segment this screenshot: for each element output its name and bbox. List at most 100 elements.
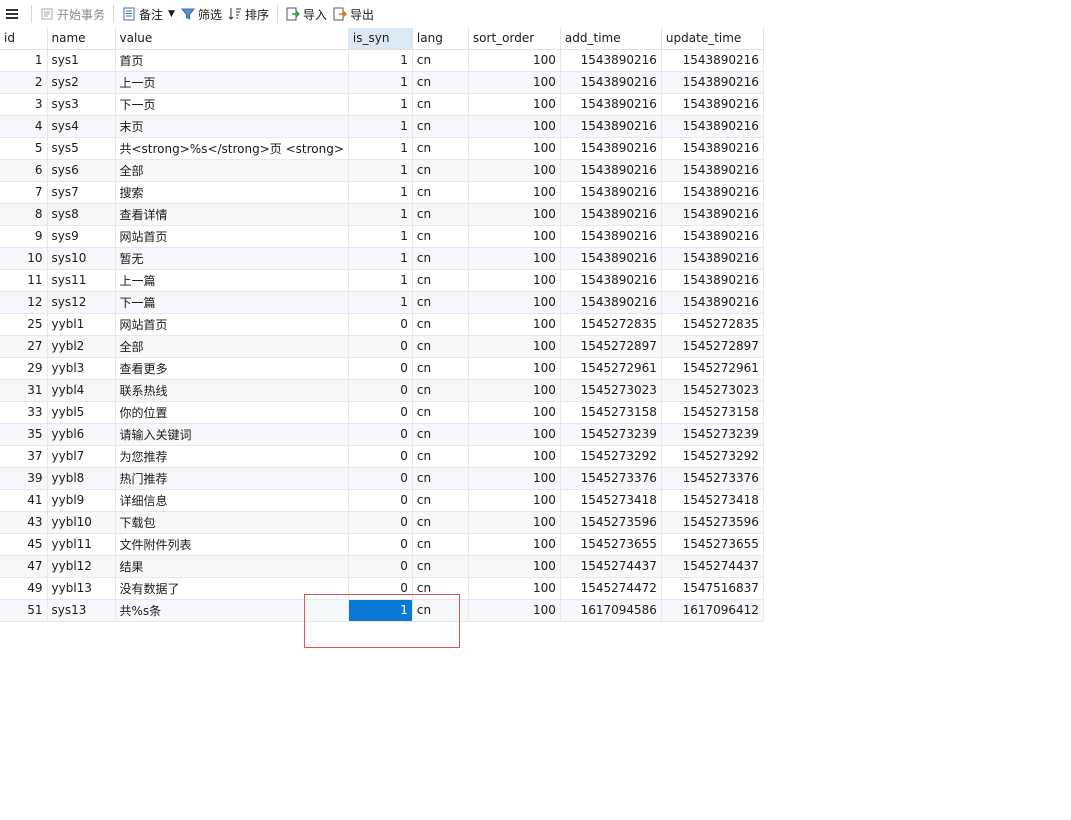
cell-is-syn[interactable]: 1 <box>348 49 413 72</box>
cell-id[interactable]: 7 <box>0 181 48 204</box>
cell-add-time[interactable]: 1543890216 <box>560 225 662 248</box>
menu-icon[interactable] <box>4 6 20 22</box>
cell-name[interactable]: sys11 <box>47 269 116 292</box>
cell-value[interactable]: 上一页 <box>115 71 349 94</box>
cell-value[interactable]: 全部 <box>115 335 349 358</box>
cell-value[interactable]: 联系热线 <box>115 379 349 402</box>
cell-lang[interactable]: cn <box>412 467 469 490</box>
cell-name[interactable]: yybl10 <box>47 511 116 534</box>
cell-add-time[interactable]: 1543890216 <box>560 137 662 160</box>
cell-name[interactable]: sys8 <box>47 203 116 226</box>
cell-sort-order[interactable]: 100 <box>468 379 561 402</box>
table-row[interactable]: 37 yybl7 为您推荐 0 cn 100 1545273292 1545273292 <box>0 445 764 468</box>
cell-sort-order[interactable]: 100 <box>468 291 561 314</box>
cell-sort-order[interactable]: 100 <box>468 489 561 512</box>
cell-add-time[interactable]: 1545273239 <box>560 423 662 446</box>
cell-id[interactable]: 12 <box>0 291 48 314</box>
cell-is-syn[interactable]: 0 <box>348 379 413 402</box>
cell-id[interactable]: 41 <box>0 489 48 512</box>
cell-update-time[interactable]: 1545273292 <box>661 445 764 468</box>
cell-name[interactable]: yybl12 <box>47 555 116 578</box>
cell-is-syn[interactable]: 1 <box>348 291 413 314</box>
cell-value[interactable]: 共%s条 <box>115 599 349 622</box>
cell-is-syn[interactable]: 0 <box>348 357 413 380</box>
cell-value[interactable]: 文件附件列表 <box>115 533 349 556</box>
table-row[interactable]: 33 yybl5 你的位置 0 cn 100 1545273158 1545273158 <box>0 401 764 424</box>
cell-add-time[interactable]: 1543890216 <box>560 159 662 182</box>
cell-id[interactable]: 35 <box>0 423 48 446</box>
cell-name[interactable]: yybl6 <box>47 423 116 446</box>
cell-is-syn[interactable]: 1 <box>348 93 413 116</box>
cell-is-syn[interactable]: 1 <box>348 269 413 292</box>
cell-id[interactable]: 27 <box>0 335 48 358</box>
table-row[interactable]: 49 yybl13 没有数据了 0 cn 100 1545274472 1547516837 <box>0 577 764 600</box>
cell-lang[interactable]: cn <box>412 71 469 94</box>
cell-add-time[interactable]: 1545273376 <box>560 467 662 490</box>
cell-lang[interactable]: cn <box>412 379 469 402</box>
cell-lang[interactable]: cn <box>412 93 469 116</box>
cell-sort-order[interactable]: 100 <box>468 555 561 578</box>
cell-lang[interactable]: cn <box>412 577 469 600</box>
cell-sort-order[interactable]: 100 <box>468 203 561 226</box>
cell-is-syn[interactable]: 1 <box>348 225 413 248</box>
cell-add-time[interactable]: 1543890216 <box>560 203 662 226</box>
cell-lang[interactable]: cn <box>412 511 469 534</box>
cell-id[interactable]: 33 <box>0 401 48 424</box>
cell-sort-order[interactable]: 100 <box>468 401 561 424</box>
cell-name[interactable]: yybl8 <box>47 467 116 490</box>
cell-lang[interactable]: cn <box>412 137 469 160</box>
cell-sort-order[interactable]: 100 <box>468 181 561 204</box>
cell-add-time[interactable]: 1543890216 <box>560 247 662 270</box>
cell-id[interactable]: 9 <box>0 225 48 248</box>
table-row[interactable]: 2 sys2 上一页 1 cn 100 1543890216 1543890216 <box>0 71 764 94</box>
table-row[interactable]: 6 sys6 全部 1 cn 100 1543890216 1543890216 <box>0 159 764 182</box>
cell-value[interactable]: 末页 <box>115 115 349 138</box>
cell-id[interactable]: 45 <box>0 533 48 556</box>
cell-value[interactable]: 网站首页 <box>115 313 349 336</box>
cell-id[interactable]: 47 <box>0 555 48 578</box>
table-row[interactable]: 10 sys10 暂无 1 cn 100 1543890216 1543890216 <box>0 247 764 270</box>
cell-is-syn[interactable]: 1 <box>348 115 413 138</box>
cell-is-syn[interactable]: 0 <box>348 335 413 358</box>
cell-is-syn[interactable]: 0 <box>348 555 413 578</box>
export-button[interactable]: 导出 <box>330 3 377 25</box>
cell-add-time[interactable]: 1543890216 <box>560 49 662 72</box>
column-header-add-time[interactable]: add_time <box>560 28 662 50</box>
cell-add-time[interactable]: 1543890216 <box>560 115 662 138</box>
cell-name[interactable]: yybl7 <box>47 445 116 468</box>
table-row[interactable]: 11 sys11 上一篇 1 cn 100 1543890216 1543890216 <box>0 269 764 292</box>
cell-lang[interactable]: cn <box>412 445 469 468</box>
cell-lang[interactable]: cn <box>412 49 469 72</box>
cell-value[interactable]: 上一篇 <box>115 269 349 292</box>
cell-value[interactable]: 热门推荐 <box>115 467 349 490</box>
cell-update-time[interactable]: 1543890216 <box>661 225 764 248</box>
cell-lang[interactable]: cn <box>412 357 469 380</box>
cell-name[interactable]: sys7 <box>47 181 116 204</box>
cell-value[interactable]: 共<strong>%s</strong>页 <strong> <box>115 137 349 160</box>
cell-value[interactable]: 搜索 <box>115 181 349 204</box>
import-button[interactable]: 导入 <box>283 3 330 25</box>
cell-name[interactable]: sys5 <box>47 137 116 160</box>
cell-name[interactable]: yybl5 <box>47 401 116 424</box>
cell-is-syn[interactable]: 1 <box>348 181 413 204</box>
cell-update-time[interactable]: 1547516837 <box>661 577 764 600</box>
cell-id[interactable]: 43 <box>0 511 48 534</box>
cell-sort-order[interactable]: 100 <box>468 423 561 446</box>
cell-value[interactable]: 你的位置 <box>115 401 349 424</box>
cell-add-time[interactable]: 1545273158 <box>560 401 662 424</box>
cell-value[interactable]: 没有数据了 <box>115 577 349 600</box>
cell-name[interactable]: sys13 <box>47 599 116 622</box>
cell-add-time[interactable]: 1545272961 <box>560 357 662 380</box>
cell-value[interactable]: 暂无 <box>115 247 349 270</box>
cell-add-time[interactable]: 1617094586 <box>560 599 662 622</box>
cell-sort-order[interactable]: 100 <box>468 533 561 556</box>
column-header-sort-order[interactable]: sort_order <box>468 28 561 50</box>
cell-lang[interactable]: cn <box>412 599 469 622</box>
column-header-value[interactable]: value <box>115 28 349 50</box>
column-header-name[interactable]: name <box>47 28 116 50</box>
cell-id[interactable]: 49 <box>0 577 48 600</box>
cell-id[interactable]: 4 <box>0 115 48 138</box>
cell-value[interactable]: 下一页 <box>115 93 349 116</box>
cell-update-time[interactable]: 1543890216 <box>661 247 764 270</box>
cell-lang[interactable]: cn <box>412 291 469 314</box>
